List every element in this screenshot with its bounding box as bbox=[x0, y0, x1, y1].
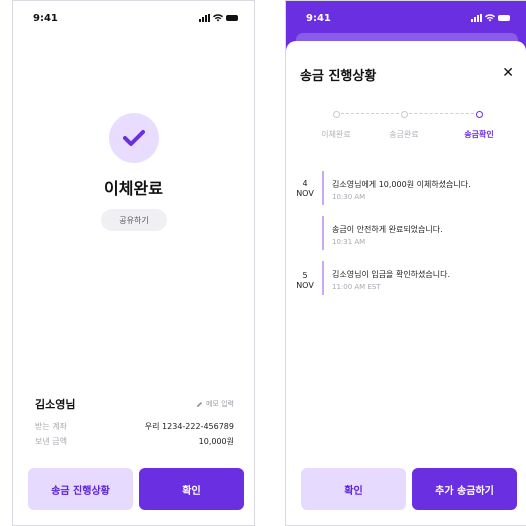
signal-icon bbox=[199, 14, 210, 22]
event-time: 10:30 AM bbox=[332, 193, 366, 201]
status-time: 9:41 bbox=[33, 13, 58, 24]
amount-value: 10,000원 bbox=[198, 437, 234, 446]
amount-row: 보낸 금액 10,000원 bbox=[35, 436, 234, 447]
step-label-2: 송금완료 bbox=[389, 130, 419, 139]
event-time: 11:00 AM EST bbox=[332, 283, 381, 291]
battery-icon bbox=[226, 15, 238, 21]
memo-input-link[interactable]: 메모 입력 bbox=[196, 399, 234, 409]
status-icons bbox=[471, 14, 510, 22]
event-date: 5 NOV bbox=[292, 271, 318, 291]
confirm-button[interactable]: 확인 bbox=[139, 468, 244, 510]
battery-icon bbox=[498, 15, 510, 21]
wifi-icon bbox=[213, 14, 223, 22]
step-dot-1 bbox=[333, 111, 340, 118]
close-icon[interactable]: ✕ bbox=[502, 65, 514, 81]
status-time: 9:41 bbox=[306, 13, 331, 24]
event-time: 10:31 AM bbox=[332, 238, 366, 246]
pencil-icon bbox=[196, 401, 203, 407]
signal-icon bbox=[471, 14, 482, 22]
step-connector bbox=[341, 113, 399, 114]
timeline-bar bbox=[322, 261, 324, 295]
timeline-bar bbox=[322, 171, 324, 205]
check-icon bbox=[123, 130, 145, 146]
transfer-progress-screen: 9:41 송금 진행상황 ✕ 이체완료 송금완료 송금확인 4 NOV 김소영님… bbox=[285, 0, 526, 526]
progress-stepper: 이체완료 송금완료 송금확인 bbox=[286, 109, 526, 149]
event-text: 송금이 안전하게 완료되었습니다. bbox=[332, 225, 443, 234]
page-title: 이체완료 bbox=[104, 179, 163, 198]
step-connector bbox=[409, 113, 474, 114]
step-dot-2 bbox=[401, 111, 408, 118]
step-label-1: 이체완료 bbox=[321, 130, 351, 139]
step-label-3: 송금확인 bbox=[464, 130, 494, 139]
transfer-complete-screen: 9:41 이체완료 공유하기 김소영님 메모 입력 받는 계좌 우리 1234-… bbox=[12, 0, 255, 526]
status-icons bbox=[199, 14, 238, 22]
status-bar: 9:41 bbox=[286, 1, 526, 35]
event-month: NOV bbox=[296, 281, 314, 290]
event-date: 4 NOV bbox=[292, 179, 318, 199]
recipient-name: 김소영님 bbox=[35, 398, 76, 411]
sheet-title: 송금 진행상황 bbox=[300, 69, 377, 84]
event-day: 4 bbox=[302, 179, 308, 188]
account-value: 우리 1234-222-456789 bbox=[144, 422, 234, 431]
amount-key: 보낸 금액 bbox=[35, 437, 67, 446]
progress-button[interactable]: 송금 진행상황 bbox=[28, 468, 133, 510]
wifi-icon bbox=[485, 14, 495, 22]
progress-sheet: 송금 진행상황 ✕ 이체완료 송금완료 송금확인 4 NOV 김소영님에게 10… bbox=[286, 41, 526, 525]
account-key: 받는 계좌 bbox=[35, 422, 67, 431]
status-bar: 9:41 bbox=[13, 1, 254, 35]
timeline-bar bbox=[322, 216, 324, 250]
account-row: 받는 계좌 우리 1234-222-456789 bbox=[35, 421, 234, 432]
confirm-button[interactable]: 확인 bbox=[301, 468, 406, 510]
success-badge bbox=[109, 113, 159, 163]
event-text: 김소영님에게 10,000원 이체하셨습니다. bbox=[332, 180, 471, 189]
event-month: NOV bbox=[296, 189, 314, 198]
share-button[interactable]: 공유하기 bbox=[101, 209, 167, 231]
step-dot-3 bbox=[476, 111, 483, 118]
event-day: 5 bbox=[302, 271, 308, 280]
send-more-button[interactable]: 추가 송금하기 bbox=[412, 468, 517, 510]
event-text: 김소영님이 입금을 확인하셨습니다. bbox=[332, 270, 451, 279]
memo-label: 메모 입력 bbox=[206, 400, 234, 408]
